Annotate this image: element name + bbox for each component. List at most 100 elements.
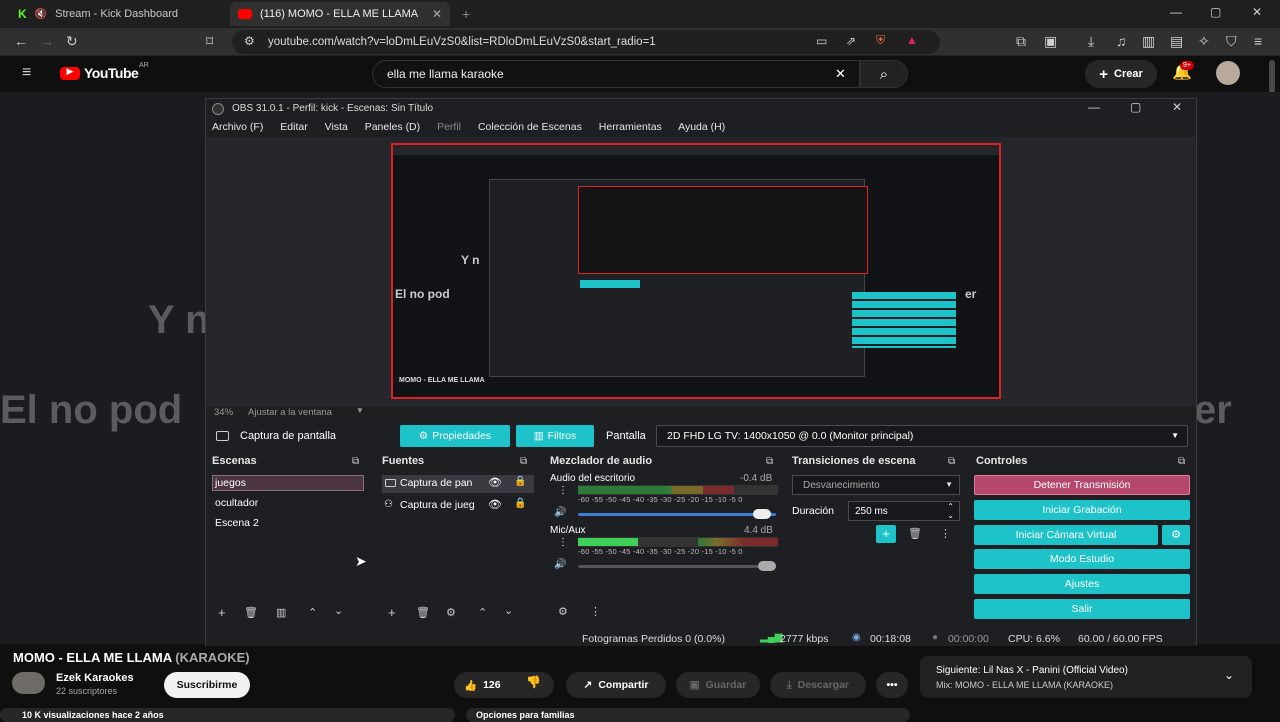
chevron-down-icon[interactable]: ⌄: [1224, 668, 1234, 682]
scene-item[interactable]: Escena 2: [215, 517, 259, 529]
sidebar-icon[interactable]: ▥: [1142, 34, 1155, 48]
obs-close-icon[interactable]: ✕: [1172, 101, 1182, 113]
install-icon[interactable]: ▭: [816, 35, 827, 47]
menu-perfil[interactable]: Perfil: [437, 121, 461, 133]
avatar[interactable]: [1216, 61, 1240, 85]
mixer-settings-icon[interactable]: ⚙: [558, 605, 568, 618]
zoom-level[interactable]: 34%: [214, 407, 233, 418]
forward-icon[interactable]: →: [40, 34, 54, 48]
studio-mode-button[interactable]: Modo Estudio: [974, 549, 1190, 569]
close-tab-icon[interactable]: ✕: [432, 7, 442, 21]
download-icon[interactable]: ⤓: [1088, 34, 1094, 48]
obs-maximize-icon[interactable]: ▢: [1130, 101, 1141, 113]
undock-icon[interactable]: ⧉: [520, 456, 527, 467]
music-icon[interactable]: ♫: [1116, 34, 1127, 48]
preview-area[interactable]: Y n El no pod er MOMO - ELLA ME LLAMA: [206, 137, 1196, 407]
settings-button[interactable]: Ajustes: [974, 574, 1190, 594]
scene-item[interactable]: juegos: [212, 475, 364, 491]
leo-icon[interactable]: ✧: [1198, 34, 1210, 48]
fit-to-window[interactable]: Ajustar a la ventana: [248, 407, 332, 418]
wallet-icon[interactable]: ▤: [1170, 34, 1183, 48]
extensions-icon[interactable]: ⧉: [1016, 34, 1026, 48]
start-virtual-camera-button[interactable]: Iniciar Cámara Virtual: [974, 525, 1158, 545]
new-tab-icon[interactable]: +: [462, 7, 470, 21]
save-button[interactable]: ▣ Guardar: [676, 672, 760, 698]
mixer-menu-icon[interactable]: ⋮: [590, 605, 601, 618]
duration-input[interactable]: 250 ms ⌃ ⌄: [848, 501, 960, 521]
speaker-icon[interactable]: 🔊: [554, 559, 566, 570]
transition-select[interactable]: Desvanecimiento ▼: [792, 475, 960, 495]
subscribe-button[interactable]: Suscribirme: [164, 672, 250, 698]
eye-icon[interactable]: 👁: [488, 498, 502, 511]
lock-icon[interactable]: 🔒: [514, 476, 526, 487]
volume-slider[interactable]: [578, 561, 776, 571]
share-button[interactable]: ↗ Compartir: [566, 672, 666, 698]
source-settings-icon[interactable]: ⚙: [446, 606, 456, 619]
transition-menu-icon[interactable]: ⋮: [940, 527, 951, 540]
stop-streaming-button[interactable]: Detener Transmisión: [974, 475, 1190, 495]
menu-ayuda[interactable]: Ayuda (H): [678, 121, 725, 133]
exit-button[interactable]: Salir: [974, 599, 1190, 619]
menu-icon[interactable]: ≡: [1254, 34, 1262, 48]
volume-knob[interactable]: [753, 509, 771, 519]
stepper-icon[interactable]: ⌃ ⌄: [947, 502, 954, 520]
channel-avatar[interactable]: [12, 672, 45, 694]
undock-icon[interactable]: ⧉: [948, 456, 955, 467]
thumbs-down-icon[interactable]: 👎: [526, 675, 541, 689]
clear-search-icon[interactable]: ✕: [835, 67, 846, 80]
lock-icon[interactable]: 🔒: [514, 498, 526, 509]
remove-scene-icon[interactable]: 🗑: [244, 606, 258, 619]
bookmark-icon[interactable]: ⌑: [206, 34, 213, 48]
scene-filters-icon[interactable]: ▥: [276, 606, 286, 619]
volume-knob[interactable]: [758, 561, 776, 571]
menu-editar[interactable]: Editar: [280, 121, 307, 133]
address-field[interactable]: ⚙ youtube.com/watch?v=loDmLEuVzS0&list=R…: [232, 30, 940, 54]
undock-icon[interactable]: ⧉: [352, 456, 359, 467]
start-recording-button[interactable]: Iniciar Grabación: [974, 500, 1190, 520]
menu-coleccion[interactable]: Colección de Escenas: [478, 121, 582, 133]
tab-kick-dashboard[interactable]: K 🔇 Stream - Kick Dashboard: [10, 2, 228, 26]
move-up-icon[interactable]: ⌃: [478, 606, 487, 619]
reload-icon[interactable]: ↻: [66, 34, 78, 48]
channel-name[interactable]: Ezek Karaokes: [56, 672, 134, 684]
menu-herramientas[interactable]: Herramientas: [599, 121, 662, 133]
add-scene-icon[interactable]: +: [218, 605, 226, 620]
maximize-icon[interactable]: ▢: [1210, 6, 1221, 18]
virtual-camera-settings-icon[interactable]: ⚙: [1162, 525, 1190, 545]
fit-dropdown-icon[interactable]: ▼: [356, 406, 364, 415]
channel-menu-icon[interactable]: ⋮: [558, 537, 568, 548]
tab-youtube[interactable]: (116) MOMO - ELLA ME LLAMA ✕: [230, 2, 450, 26]
download-button[interactable]: ⤓ Descargar: [770, 672, 866, 698]
minimize-icon[interactable]: —: [1170, 6, 1182, 18]
undock-icon[interactable]: ⧉: [766, 456, 773, 467]
channel-menu-icon[interactable]: ⋮: [558, 485, 568, 496]
move-up-icon[interactable]: ⌃: [308, 606, 317, 619]
filters-button[interactable]: ▥ Filtros: [516, 425, 594, 447]
hamburger-icon[interactable]: ≡: [22, 65, 31, 81]
source-item[interactable]: ⚇ Captura de jueg 👁 🔒: [382, 497, 534, 515]
like-button[interactable]: 👍 126 👎: [454, 672, 554, 698]
rewards-icon[interactable]: ▲: [906, 34, 918, 46]
more-actions-button[interactable]: •••: [876, 672, 908, 698]
brave-shield-icon[interactable]: ⛨: [876, 34, 885, 46]
properties-button[interactable]: ⚙ Propiedades: [400, 425, 510, 447]
site-info-icon[interactable]: ⚙: [244, 35, 255, 47]
eye-icon[interactable]: 👁: [488, 476, 502, 489]
undock-icon[interactable]: ⧉: [1178, 456, 1185, 467]
mute-icon[interactable]: 🔇: [35, 9, 47, 20]
back-icon[interactable]: ←: [14, 34, 28, 48]
screenshot-icon[interactable]: ▣: [1044, 34, 1057, 48]
obs-minimize-icon[interactable]: —: [1088, 101, 1100, 113]
remove-source-icon[interactable]: 🗑: [416, 606, 430, 619]
menu-paneles[interactable]: Paneles (D): [365, 121, 420, 133]
up-next-panel[interactable]: Siguiente: Lil Nas X - Panini (Official …: [920, 656, 1252, 698]
speaker-icon[interactable]: 🔊: [554, 507, 566, 518]
move-down-icon[interactable]: ⌄: [504, 604, 513, 617]
move-down-icon[interactable]: ⌄: [334, 604, 343, 617]
create-button[interactable]: + Crear: [1085, 60, 1157, 88]
search-input[interactable]: ella me llama karaoke ✕: [372, 60, 860, 88]
menu-vista[interactable]: Vista: [325, 121, 348, 133]
close-window-icon[interactable]: ✕: [1252, 6, 1262, 18]
scene-item[interactable]: ocultador: [215, 497, 258, 509]
preview-canvas[interactable]: Y n El no pod er MOMO - ELLA ME LLAMA: [391, 143, 1001, 399]
